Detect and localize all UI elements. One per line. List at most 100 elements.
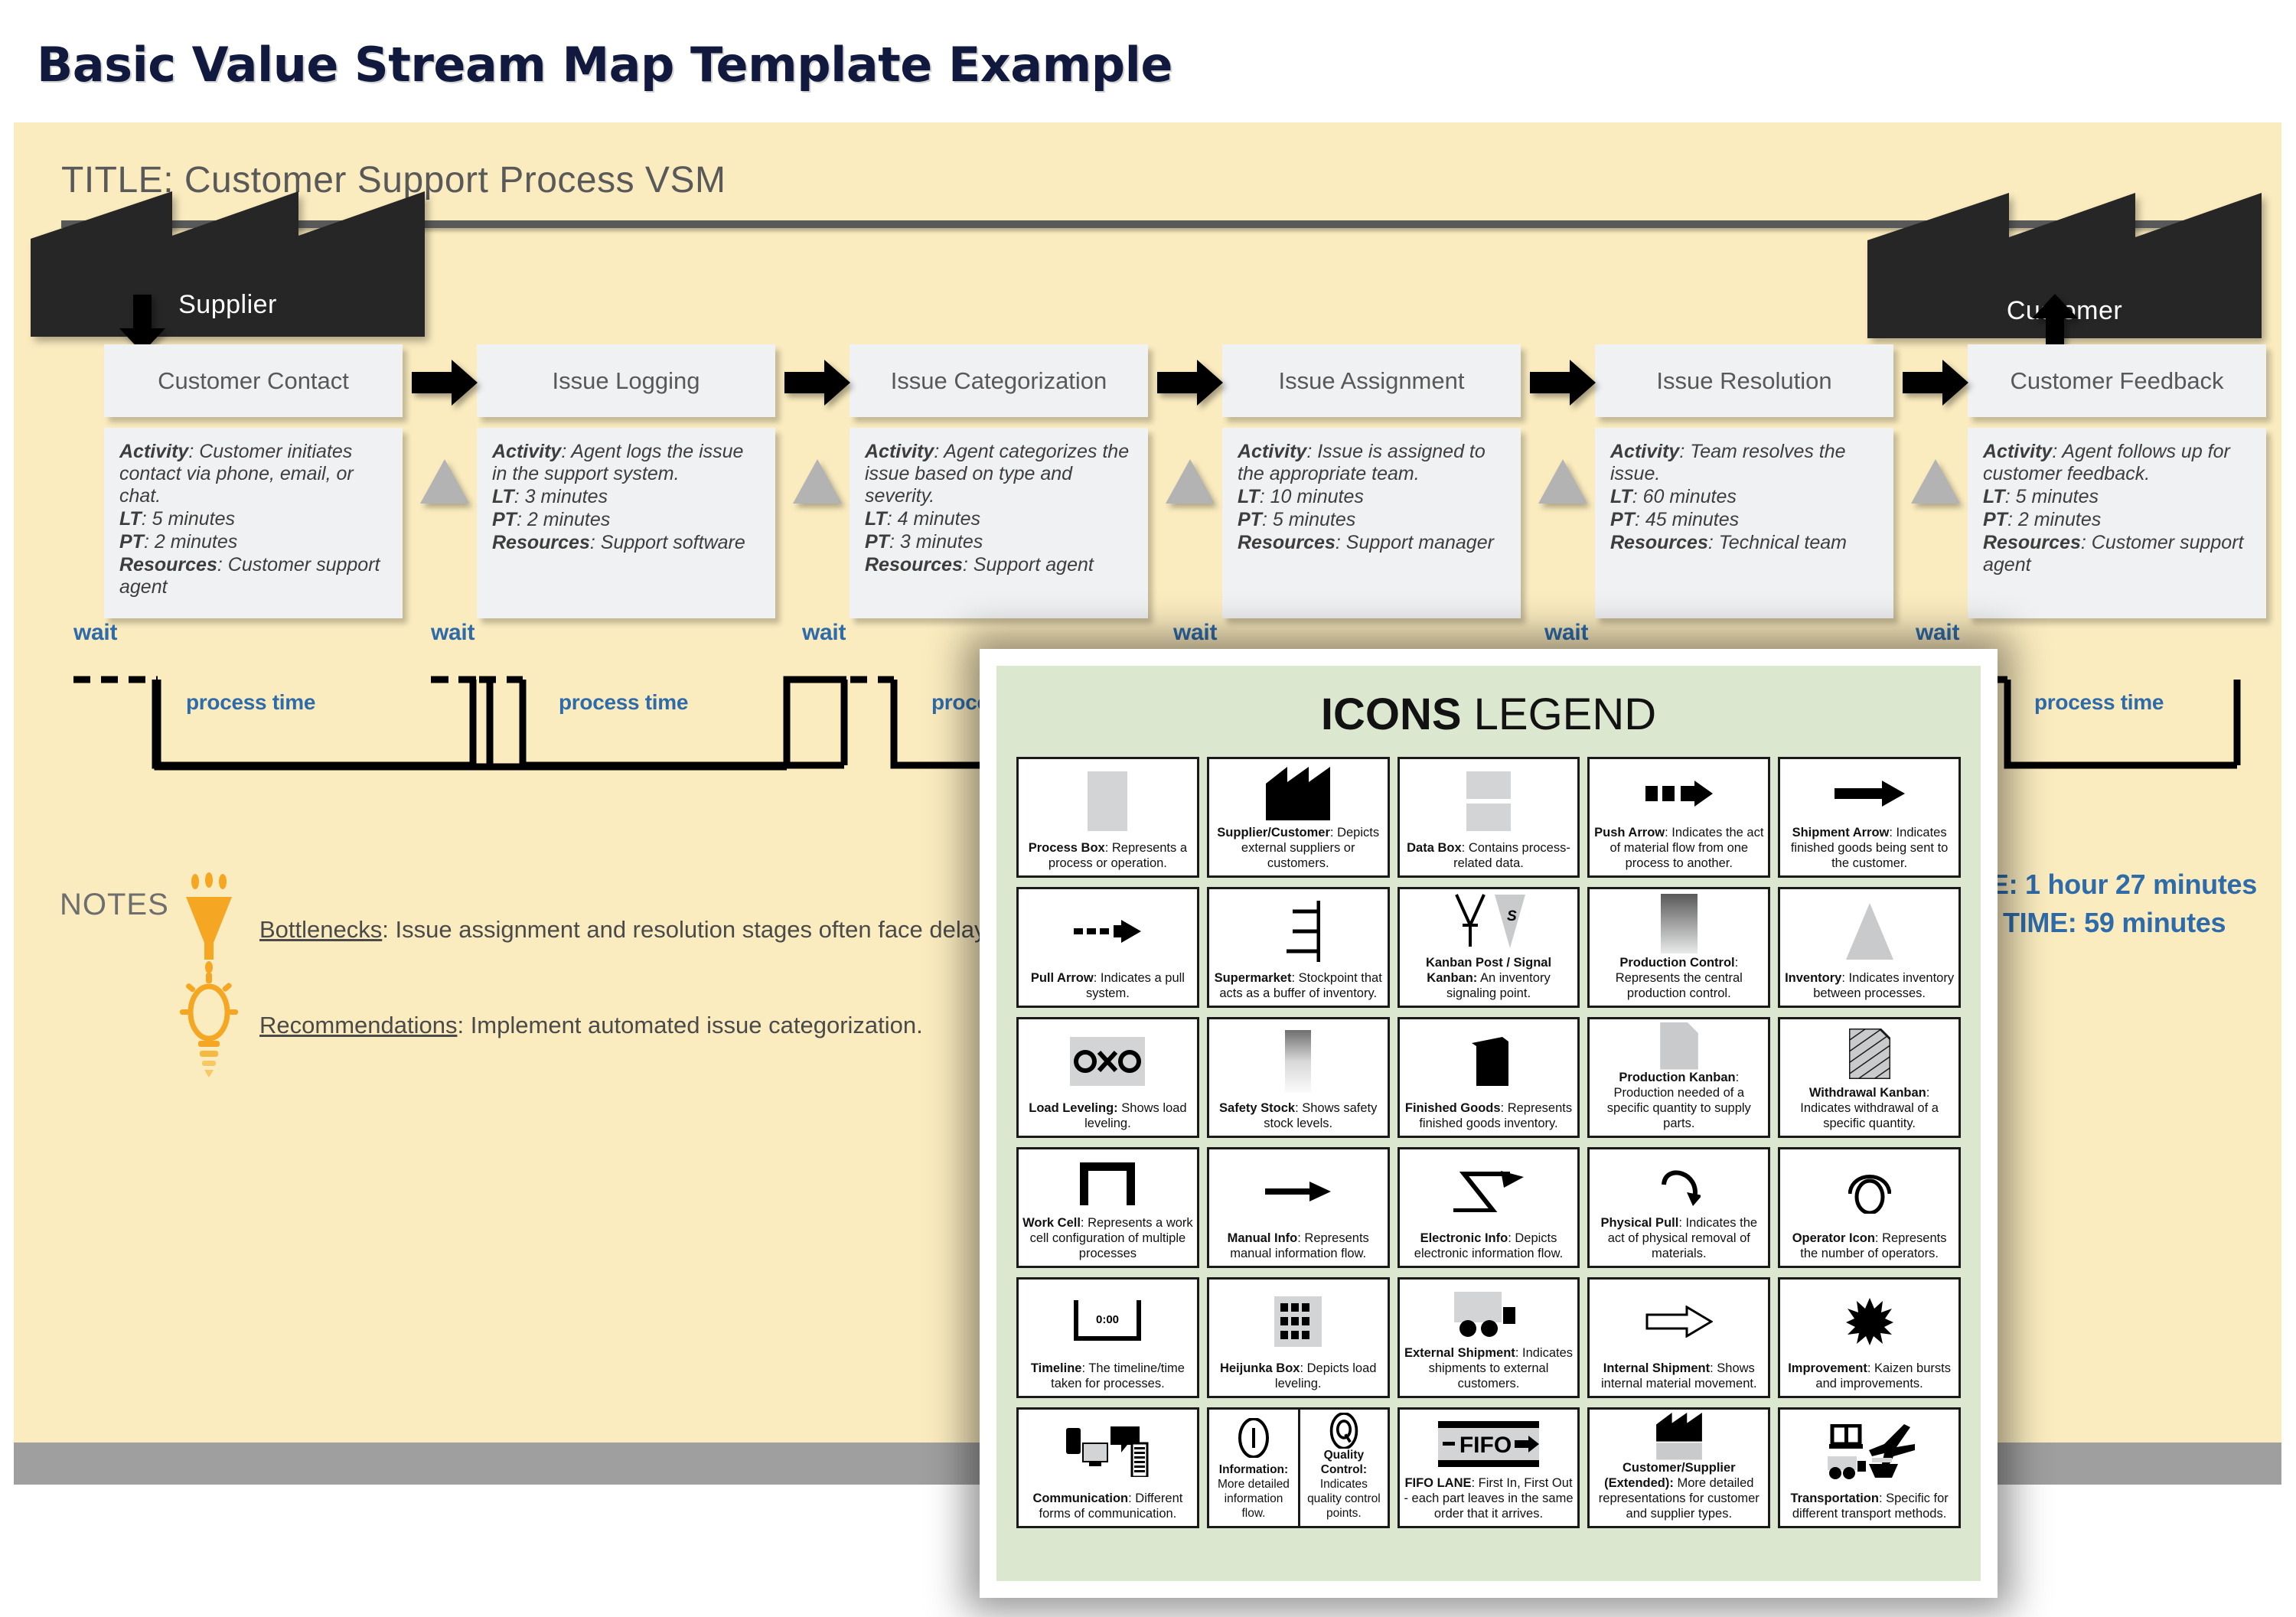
note-term: Recommendations <box>259 1012 458 1038</box>
information-icon <box>1212 1413 1296 1463</box>
lt-value: 3 minutes <box>524 486 608 507</box>
supplier-factory-icon: Supplier <box>31 191 425 337</box>
legend-term: Production Control <box>1619 955 1735 970</box>
legend-item-fifo-lane[interactable]: FIFO FIFO LANE: First In, First Out - ea… <box>1397 1407 1580 1528</box>
pt-label: PT <box>1983 509 2007 530</box>
lt-value: 5 minutes <box>2015 486 2099 507</box>
legend-caption: Internal Shipment: Shows internal materi… <box>1593 1361 1765 1391</box>
legend-item-supplier-customer[interactable]: Supplier/Customer: Depicts external supp… <box>1206 757 1390 878</box>
pt-value: 2 minutes <box>2017 509 2102 530</box>
legend-term: Timeline <box>1030 1361 1082 1375</box>
process-step-column[interactable]: Issue Resolution Activity: Team resolves… <box>1595 344 1893 618</box>
legend-term: Safety Stock <box>1219 1100 1296 1115</box>
legend-caption: Heijunka Box: Depicts load leveling. <box>1212 1361 1384 1391</box>
legend-term: Load Leveling: <box>1029 1100 1118 1115</box>
legend-item-supermarket[interactable]: Supermarket: Stockpoint that acts as a b… <box>1206 887 1390 1008</box>
legend-term: Physical Pull <box>1600 1215 1679 1230</box>
legend-term: Supermarket <box>1214 970 1292 985</box>
legend-item-safety-stock[interactable]: Safety Stock: Shows safety stock levels. <box>1206 1017 1390 1138</box>
legend-item-withdrawal-kanban[interactable]: Withdrawal Kanban: Indicates withdrawal … <box>1778 1017 1961 1138</box>
process-time-label: process time <box>559 690 689 714</box>
load-leveling-icon <box>1022 1022 1194 1100</box>
legend-item-process-box[interactable]: Process Box: Represents a process or ope… <box>1016 757 1199 878</box>
resources-label: Resources <box>1610 532 1708 553</box>
legend-item-information-quality[interactable]: Information: More detailed information f… <box>1206 1407 1390 1528</box>
wait-label: wait <box>1173 620 1218 645</box>
legend-subitem-information[interactable]: Information: More detailed information f… <box>1209 1410 1298 1526</box>
timeline-icon: 0:00 <box>1022 1283 1194 1361</box>
legend-item-customer-supplier-extended[interactable]: Customer/Supplier (Extended): More detai… <box>1587 1407 1771 1528</box>
pt-label: PT <box>865 531 889 553</box>
icons-legend-overlay[interactable]: ICONS LEGEND Process Box: Represents a p… <box>980 649 1998 1598</box>
process-step-column[interactable]: Customer Contact Activity: Customer init… <box>104 344 403 618</box>
process-step-column[interactable]: Issue Assignment Activity: Issue is assi… <box>1222 344 1521 618</box>
process-step-column[interactable]: Customer Feedback Activity: Agent follow… <box>1968 344 2266 618</box>
legend-item-transportation[interactable]: Transportation: Specific for different t… <box>1778 1407 1961 1528</box>
production-control-icon <box>1593 892 1765 955</box>
note-text: Recommendations: Implement automated iss… <box>259 1012 923 1039</box>
push-arrow-icon <box>412 360 478 406</box>
pt-label: PT <box>492 509 517 530</box>
quality-control-icon <box>1303 1413 1384 1449</box>
process-step-details: Activity: Team resolves the issue. LT: 6… <box>1595 428 1893 618</box>
push-arrow-icon <box>1903 360 1968 406</box>
legend-item-production-control[interactable]: Production Control: Represents the centr… <box>1587 887 1771 1008</box>
legend-item-heijunka-box[interactable]: Heijunka Box: Depicts load leveling. <box>1206 1277 1390 1398</box>
legend-item-kanban-post[interactable]: S Kanban Post / Signal Kanban: An invent… <box>1397 887 1580 1008</box>
lt-label: LT <box>1238 486 1260 507</box>
legend-term: Pull Arrow <box>1030 970 1094 985</box>
process-time-label: process time <box>2034 690 2164 714</box>
legend-caption: Pull Arrow: Indicates a pull system. <box>1022 970 1194 1001</box>
legend-term: Inventory <box>1785 970 1842 985</box>
transportation-icon <box>1783 1413 1955 1491</box>
legend-item-manual-info[interactable]: Manual Info: Represents manual informati… <box>1206 1147 1390 1268</box>
legend-item-data-box[interactable]: Data Box: Contains process-related data. <box>1397 757 1580 878</box>
legend-item-communication[interactable]: Communication: Different forms of commun… <box>1016 1407 1199 1528</box>
legend-item-push-arrow[interactable]: Push Arrow: Indicates the act of materia… <box>1587 757 1771 878</box>
pt-value: 5 minutes <box>1272 509 1356 530</box>
legend-item-electronic-info[interactable]: Electronic Info: Depicts electronic info… <box>1397 1147 1580 1268</box>
legend-term: Internal Shipment <box>1603 1361 1711 1375</box>
process-step-column[interactable]: Issue Logging Activity: Agent logs the i… <box>477 344 775 618</box>
activity-label: Activity <box>492 441 562 462</box>
legend-item-external-shipment[interactable]: External Shipment: Indicates shipments t… <box>1397 1277 1580 1398</box>
legend-item-improvement[interactable]: Improvement: Kaizen bursts and improveme… <box>1778 1277 1961 1398</box>
legend-caption: Shipment Arrow: Indicates finished goods… <box>1783 825 1955 871</box>
legend-item-shipment-arrow[interactable]: Shipment Arrow: Indicates finished goods… <box>1778 757 1961 878</box>
pt-label: PT <box>1610 509 1635 530</box>
legend-item-inventory[interactable]: Inventory: Indicates inventory between p… <box>1778 887 1961 1008</box>
pt-value: 2 minutes <box>527 509 611 530</box>
legend-caption: Communication: Different forms of commun… <box>1022 1491 1194 1521</box>
legend-item-internal-shipment[interactable]: Internal Shipment: Shows internal materi… <box>1587 1277 1771 1398</box>
legend-term: Finished Goods <box>1404 1100 1501 1115</box>
communication-icon <box>1022 1413 1194 1491</box>
note-body: : Issue assignment and resolution stages… <box>382 916 1005 943</box>
legend-subitem-quality-control[interactable]: Quality Control: Indicates quality contr… <box>1298 1410 1387 1526</box>
legend-caption: Process Box: Represents a process or ope… <box>1022 840 1194 871</box>
legend-caption: Quality Control: Indicates quality contr… <box>1303 1449 1384 1521</box>
push-arrow-icon <box>784 360 850 406</box>
process-step-title: Issue Logging <box>477 344 775 417</box>
timeline-icon-value: 0:00 <box>1096 1313 1119 1326</box>
legend-item-timeline[interactable]: 0:00 Timeline: The timeline/time taken f… <box>1016 1277 1199 1398</box>
process-step-title: Issue Categorization <box>850 344 1148 417</box>
legend-term: Heijunka Box <box>1219 1361 1300 1375</box>
legend-item-load-leveling[interactable]: Load Leveling: Shows load leveling. <box>1016 1017 1199 1138</box>
pt-value: 3 minutes <box>899 531 983 553</box>
page-title: Basic Value Stream Map Template Example <box>37 37 1172 93</box>
legend-desc: More detailed information flow. <box>1218 1478 1290 1521</box>
process-step-column[interactable]: Issue Categorization Activity: Agent cat… <box>850 344 1148 618</box>
process-step-details: Activity: Agent logs the issue in the su… <box>477 428 775 618</box>
legend-item-physical-pull[interactable]: Physical Pull: Indicates the act of phys… <box>1587 1147 1771 1268</box>
withdrawal-kanban-icon <box>1783 1022 1955 1085</box>
legend-item-production-kanban[interactable]: Production Kanban: Production needed of … <box>1587 1017 1771 1138</box>
resources-value: Support agent <box>973 554 1094 575</box>
resources-value: Technical team <box>1718 532 1847 553</box>
legend-item-finished-goods[interactable]: Finished Goods: Represents finished good… <box>1397 1017 1580 1138</box>
legend-item-pull-arrow[interactable]: Pull Arrow: Indicates a pull system. <box>1016 887 1199 1008</box>
legend-item-operator[interactable]: Operator Icon: Represents the number of … <box>1778 1147 1961 1268</box>
up-arrow-icon <box>2032 294 2078 352</box>
legend-term: Work Cell <box>1022 1215 1081 1230</box>
legend-item-work-cell[interactable]: Work Cell: Represents a work cell config… <box>1016 1147 1199 1268</box>
process-step-details: Activity: Agent categorizes the issue ba… <box>850 428 1148 618</box>
